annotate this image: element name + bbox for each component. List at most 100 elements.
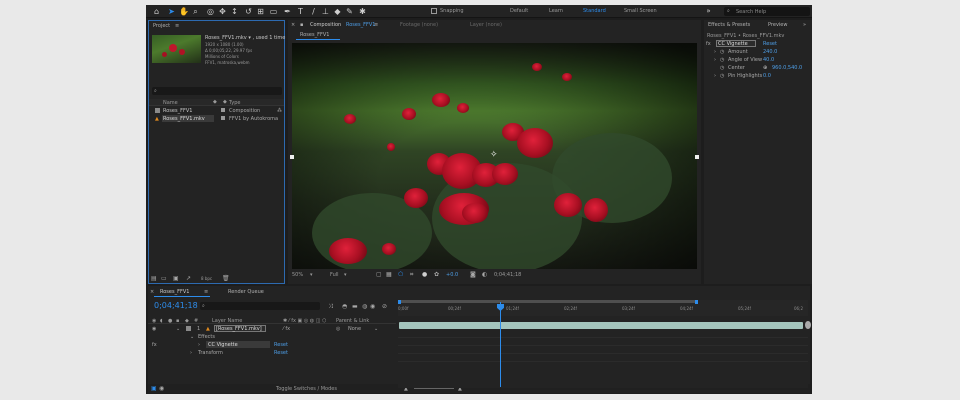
project-row-composition[interactable]: Roses_FFV1 Composition ⁂: [149, 108, 284, 114]
zoom-dropdown[interactable]: 50%: [292, 272, 303, 278]
footage-tab[interactable]: Footage (none): [400, 22, 438, 28]
work-area-end[interactable]: [695, 300, 698, 304]
new-comp-icon[interactable]: ▣: [173, 276, 179, 282]
stopwatch-icon[interactable]: ◷: [720, 65, 724, 71]
chevron-right-icon[interactable]: ›: [198, 342, 200, 348]
crosshair-icon[interactable]: ⊕: [763, 65, 767, 71]
hand-tool-icon[interactable]: ✋: [179, 7, 189, 16]
project-search-input[interactable]: ⌕: [152, 87, 282, 95]
viewer-timecode[interactable]: 0;04;41;18: [494, 272, 521, 278]
pen-tool-icon[interactable]: ✒: [283, 7, 292, 16]
preview-tab[interactable]: Preview: [768, 22, 787, 28]
transparency-grid-icon[interactable]: ▦: [386, 272, 392, 278]
orbit-tool-icon[interactable]: ◎: [206, 7, 215, 16]
layer-name-header[interactable]: Layer Name: [212, 318, 242, 324]
camera-tool-icon[interactable]: ⊞: [256, 7, 265, 16]
motion-blur-icon[interactable]: ◍: [362, 304, 367, 310]
home-icon[interactable]: ⌂: [152, 7, 161, 16]
switch-icons[interactable]: ⁄ fx: [283, 326, 290, 332]
flowchart-icon[interactable]: ⁂: [277, 108, 282, 114]
mask-visibility-icon[interactable]: ⬠: [398, 272, 403, 278]
graph-icon[interactable]: ⊘: [382, 304, 387, 310]
timeline-comp-tab[interactable]: Roses_FFV1: [160, 289, 189, 295]
chevron-down-icon[interactable]: ▾: [344, 272, 347, 278]
label-color[interactable]: [221, 116, 225, 120]
stopwatch-icon[interactable]: ◷: [720, 73, 724, 79]
composition-tab[interactable]: Composition: [310, 22, 341, 28]
work-area-bar[interactable]: [398, 300, 698, 303]
puppet-pin-icon[interactable]: ✱: [358, 7, 367, 16]
close-tab-icon[interactable]: ×: [150, 289, 154, 295]
zoom-slider[interactable]: [414, 388, 454, 389]
chevron-down-icon[interactable]: ▾: [310, 272, 313, 278]
snapshot-camera-icon[interactable]: ◙: [470, 272, 476, 278]
expand-collapse-icon[interactable]: ◉: [159, 386, 164, 392]
timeline-timecode[interactable]: 0;04;41;18: [154, 301, 198, 310]
comp-subtab[interactable]: Roses_FFV1: [300, 32, 329, 38]
layer-row[interactable]: ◉ ⌄ 1 ▲ [Roses_FFV1.mkv] ⁄ fx ◎ None ⌄: [148, 325, 396, 333]
pan-tool-icon[interactable]: ✥: [218, 7, 227, 16]
comp-button-icon[interactable]: [805, 321, 811, 329]
chevron-right-icon[interactable]: ›: [190, 350, 192, 356]
panel-menu-icon[interactable]: ≡: [175, 23, 179, 29]
work-area-start[interactable]: [398, 300, 401, 304]
lock-icon[interactable]: ▪: [300, 22, 303, 28]
eraser-tool-icon[interactable]: ◆: [333, 7, 342, 16]
chevron-right-icon[interactable]: ›: [714, 49, 716, 55]
region-of-interest-icon[interactable]: ▢: [376, 272, 382, 278]
roto-brush-icon[interactable]: ✎: [345, 7, 354, 16]
selection-tool-icon[interactable]: ➤: [167, 7, 176, 16]
effects-group-row[interactable]: ⌄ Effects: [148, 334, 396, 340]
panel-overflow-icon[interactable]: »: [803, 22, 806, 28]
rotate-tool-icon[interactable]: ↺: [244, 7, 253, 16]
effect-row-cc-vignette[interactable]: fx CC Vignette Reset: [704, 40, 812, 47]
anchor-point-icon[interactable]: ✧: [490, 150, 498, 160]
resolution-dropdown[interactable]: Full: [330, 272, 339, 278]
trash-icon[interactable]: 🗑: [222, 276, 230, 282]
snapping-checkbox[interactable]: [431, 8, 437, 14]
parent-link-header[interactable]: Parent & Link: [336, 318, 369, 324]
graph-editor-icon[interactable]: ◉: [370, 304, 375, 310]
workspace-standard[interactable]: Standard: [583, 8, 606, 14]
prop-value[interactable]: 240.0: [763, 49, 777, 55]
prop-value[interactable]: 40.0: [763, 57, 774, 63]
layer-search-input[interactable]: ⌕: [200, 302, 320, 310]
transform-row[interactable]: › Transform Reset: [148, 350, 396, 356]
clone-stamp-icon[interactable]: ⊥: [321, 7, 330, 16]
fx-icon[interactable]: fx: [706, 41, 711, 47]
chevron-right-icon[interactable]: ›: [714, 57, 716, 63]
workspace-default[interactable]: Default: [510, 8, 528, 14]
project-tab[interactable]: Project: [153, 23, 170, 29]
workspace-small-screen[interactable]: Small Screen: [624, 8, 657, 14]
composition-tab-name[interactable]: Roses_FFV1: [346, 22, 375, 28]
render-queue-tab[interactable]: Render Queue: [228, 289, 264, 295]
prop-value[interactable]: 960.0,540.0: [772, 65, 802, 71]
fx-icon[interactable]: fx: [152, 342, 157, 348]
zoom-tool-icon[interactable]: ⌕: [191, 7, 200, 16]
draft-3d-icon[interactable]: ⤨: [328, 304, 333, 310]
chevron-down-icon[interactable]: ⌄: [374, 326, 378, 332]
bpc-label[interactable]: 8 bpc: [201, 276, 212, 281]
solo-icon[interactable]: ●: [168, 318, 172, 324]
effect-row[interactable]: fx › CC Vignette Reset: [148, 341, 396, 349]
guides-icon[interactable]: ⌗: [410, 272, 413, 278]
eye-icon[interactable]: ◉: [152, 326, 156, 332]
render-time-icon[interactable]: ▣: [151, 386, 157, 392]
interpret-footage-icon[interactable]: ▤: [151, 276, 157, 282]
brush-tool-icon[interactable]: /: [309, 7, 318, 16]
search-help-input[interactable]: ⌕ Search Help: [724, 7, 810, 16]
panel-menu-icon[interactable]: ≡: [374, 22, 378, 28]
prop-value[interactable]: 0.0: [763, 73, 771, 79]
collapse-chevron-icon[interactable]: ⌄: [190, 334, 194, 340]
stopwatch-icon[interactable]: ◷: [720, 57, 724, 63]
parent-dropdown[interactable]: None: [348, 326, 361, 332]
panel-menu-icon[interactable]: ≡: [204, 289, 208, 295]
playhead-line[interactable]: [500, 302, 501, 387]
col-type-header[interactable]: Type: [229, 100, 240, 106]
rectangle-tool-icon[interactable]: ▭: [269, 7, 278, 16]
layer-duration-bar[interactable]: [399, 322, 803, 329]
show-snapshot-icon[interactable]: ◐: [482, 272, 487, 278]
close-tab-icon[interactable]: ×: [291, 22, 295, 28]
col-name-header[interactable]: Name: [163, 100, 178, 106]
pickwhip-icon[interactable]: ◎: [336, 326, 340, 332]
